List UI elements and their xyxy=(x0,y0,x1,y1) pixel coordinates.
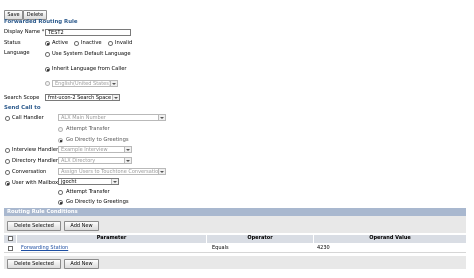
call-handler-value: ALX Main Number xyxy=(61,115,106,121)
conversation-value: Assign Users to Touchtone Conversation xyxy=(61,169,162,175)
display-name-label: Display Name * xyxy=(4,29,45,35)
display-name-input[interactable]: TEST2 xyxy=(45,29,131,36)
routing-rule-conditions-header: Routing Rule Conditions xyxy=(4,208,466,216)
chevron-down-icon xyxy=(110,81,117,86)
mailbox-greetings-radio[interactable] xyxy=(58,200,63,205)
delete-selected-button[interactable]: Delete Selected xyxy=(7,221,61,231)
language-system-default-radio[interactable] xyxy=(45,52,50,57)
language-specific-radio[interactable] xyxy=(45,81,50,86)
table-row: Forwarding Station Equals 4230 xyxy=(4,244,466,253)
chevron-down-icon xyxy=(112,95,119,100)
chevron-down-icon xyxy=(111,179,118,184)
language-label: Language xyxy=(4,50,30,56)
interview-handler-radio[interactable] xyxy=(5,148,10,153)
chevron-down-icon xyxy=(158,169,165,174)
language-select[interactable]: English(United States) xyxy=(52,80,118,87)
conversation-label: Conversation xyxy=(12,169,47,175)
conversation-radio[interactable] xyxy=(5,170,10,175)
status-invalid-label: Invalid xyxy=(115,40,133,46)
call-handler-select[interactable]: ALX Main Number xyxy=(58,114,166,121)
call-handler-attempt-transfer-label: Attempt Transfer xyxy=(66,126,110,132)
add-new-button-bottom[interactable]: Add New xyxy=(64,259,99,269)
status-active-radio[interactable] xyxy=(45,41,50,46)
column-header-parameter[interactable]: Parameter xyxy=(17,235,207,243)
user-mailbox-value: jgocht xyxy=(61,179,77,185)
language-system-default-label: Use System Default Language xyxy=(52,51,131,57)
search-scope-select[interactable]: fmt-ucon-2 Search Space xyxy=(45,94,120,101)
language-inherit-radio[interactable] xyxy=(45,67,50,72)
send-call-to-header: Send Call to xyxy=(4,105,41,111)
select-all-header xyxy=(4,235,17,243)
call-handler-radio[interactable] xyxy=(5,116,10,121)
interview-handler-label: Interview Handler xyxy=(12,147,59,153)
status-inactive-label: Inactive xyxy=(81,40,102,46)
language-select-value: English(United States) xyxy=(55,81,111,87)
mailbox-greetings-label: Go Directly to Greetings xyxy=(66,199,129,205)
user-mailbox-select[interactable]: jgocht xyxy=(58,178,119,185)
call-handler-label: Call Handler xyxy=(12,115,44,121)
chevron-down-icon xyxy=(158,115,165,120)
interview-handler-select[interactable]: Example Interview xyxy=(58,146,132,153)
status-active-label: Active xyxy=(52,40,69,46)
forwarded-routing-rule-header: Forwarded Routing Rule xyxy=(4,19,78,25)
operand-value-cell: 4230 xyxy=(317,245,330,251)
forwarding-station-link[interactable]: Forwarding Station xyxy=(21,245,68,252)
user-mailbox-label: User with Mailbox xyxy=(12,180,59,186)
add-new-button[interactable]: Add New xyxy=(64,221,99,231)
delete-selected-button-bottom[interactable]: Delete Selected xyxy=(7,259,61,269)
status-invalid-radio[interactable] xyxy=(108,41,113,46)
call-handler-attempt-transfer-radio[interactable] xyxy=(58,127,63,132)
mailbox-attempt-transfer-radio[interactable] xyxy=(58,190,63,195)
directory-handler-radio[interactable] xyxy=(5,159,10,164)
language-inherit-label: Inherit Language from Caller xyxy=(52,66,127,72)
search-scope-value: fmt-ucon-2 Search Space xyxy=(48,95,112,101)
status-label: Status xyxy=(4,40,21,46)
chevron-down-icon xyxy=(124,158,131,163)
interview-handler-value: Example Interview xyxy=(61,147,108,153)
status-inactive-radio[interactable] xyxy=(74,41,79,46)
directory-handler-value: ALX Directory xyxy=(61,158,96,164)
call-handler-greetings-label: Go Directly to Greetings xyxy=(66,137,129,143)
row-checkbox[interactable] xyxy=(8,246,13,251)
directory-handler-label: Directory Handler xyxy=(12,158,58,164)
user-mailbox-radio[interactable] xyxy=(5,181,10,186)
operator-cell: Equals xyxy=(212,245,229,251)
column-header-operator[interactable]: Operator xyxy=(207,235,314,243)
conversation-select[interactable]: Assign Users to Touchtone Conversation xyxy=(58,168,166,175)
chevron-down-icon xyxy=(124,147,131,152)
directory-handler-select[interactable]: ALX Directory xyxy=(58,157,132,164)
mailbox-attempt-transfer-label: Attempt Transfer xyxy=(66,189,110,195)
column-header-operand-value[interactable]: Operand Value xyxy=(314,235,466,243)
call-handler-greetings-radio[interactable] xyxy=(58,138,63,143)
search-scope-label: Search Scope xyxy=(4,95,40,101)
select-all-checkbox[interactable] xyxy=(8,236,13,241)
